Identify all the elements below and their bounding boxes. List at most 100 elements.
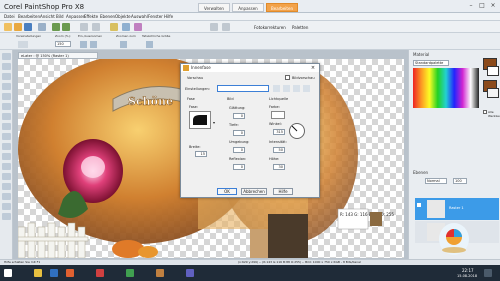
ambient-input[interactable]: 0 [233,147,245,153]
file-explorer-icon[interactable] [34,269,42,277]
undo-icon[interactable] [52,23,60,31]
save-icon[interactable] [24,23,32,31]
shape-tool-icon[interactable] [2,193,11,200]
app-icon-green[interactable] [126,269,134,277]
save-preset-icon[interactable] [283,85,290,92]
layers-icon[interactable] [122,23,130,31]
angle-input[interactable]: 315 [273,129,285,135]
preset-icon[interactable] [18,41,28,48]
color-swatches[interactable] [413,68,479,108]
pan-tool-icon[interactable] [2,53,11,60]
layer-row-selected[interactable]: Raster 1 [415,198,499,220]
menu-fenster[interactable]: Fenster [148,14,163,19]
delete-preset-icon[interactable] [293,85,300,92]
banner-text: Schöne [128,95,173,108]
help-button[interactable]: Hilfe [273,188,293,195]
opacity-input[interactable]: 100 [453,178,467,184]
redeye-tool-icon[interactable] [2,123,11,130]
notifications-icon[interactable] [484,269,492,277]
text-tool-icon[interactable] [2,183,11,190]
pick-tool-icon[interactable] [2,73,11,80]
light-color-swatch[interactable] [271,111,285,119]
smooth-input[interactable]: 0 [233,113,245,119]
new-file-icon[interactable] [4,23,12,31]
load-preset-icon[interactable] [273,85,280,92]
ok-button[interactable]: OK [217,188,237,195]
angle-dial[interactable] [289,123,305,139]
close-icon[interactable]: × [488,2,498,10]
clone-tool-icon[interactable] [2,133,11,140]
tab-anpassen[interactable]: Anpassen [232,3,264,12]
document-tab[interactable]: eLater : @ 150% (Raster 1) [18,52,98,59]
straighten-tool-icon[interactable] [2,113,11,120]
resize-icon[interactable] [92,23,100,31]
menu-anpassen[interactable]: Anpassen [66,14,85,19]
zoom-tool-icon[interactable] [2,63,11,70]
intensity-input[interactable]: 50 [273,147,285,153]
fill-material-swatch[interactable] [487,88,499,98]
open-folder-icon[interactable] [14,23,22,31]
paletten-label[interactable]: Paletten [292,25,308,30]
crop-tool-icon[interactable] [2,103,11,110]
tab-verwalten[interactable]: Verwalten [198,3,230,12]
depth-input[interactable]: 0 [233,130,245,136]
width-input[interactable]: 15 [195,151,207,157]
image-preview-checkbox[interactable] [285,75,290,80]
menu-ansicht[interactable]: Ansicht [40,14,55,19]
app-icon-red[interactable] [96,269,104,277]
actual-size-icon[interactable] [146,41,153,48]
cancel-button[interactable]: Abbrechen [241,188,267,195]
airbrush-tool-icon[interactable] [2,153,11,160]
menu-bar: Datei Bearbeiten Ansicht Bild Anpassen E… [0,13,500,21]
maximize-icon[interactable]: □ [477,2,487,10]
print-icon[interactable] [38,23,46,31]
paintshop-icon[interactable] [156,269,164,277]
dropper-tool-icon[interactable] [2,93,11,100]
menu-auswahl[interactable]: Auswahl [131,14,148,19]
selection-tool-icon[interactable] [2,83,11,90]
paint-brush-tool-icon[interactable] [2,143,11,150]
dialog-close-icon[interactable]: × [309,65,317,71]
fotokorrekturen-label[interactable]: Fotokorrekturen [254,25,286,30]
minimize-icon[interactable]: – [466,2,476,10]
menu-objekte[interactable]: Objekte [115,14,131,19]
beach-ball-widget [439,223,469,255]
all-tools-checkbox[interactable] [483,110,487,114]
menu-hilfe[interactable]: Hilfe [164,14,173,19]
fill-tool-icon[interactable] [2,173,11,180]
reset-icon[interactable] [303,85,310,92]
eraser-tool-icon[interactable] [2,163,11,170]
blend-mode-dropdown[interactable]: Normal [425,178,447,184]
menu-effekte[interactable]: Effekte [84,14,98,19]
zoom-fit-icon[interactable] [120,41,127,48]
settings-dropdown[interactable] [217,85,269,92]
zoom-in-icon[interactable] [80,41,87,48]
bevel-dropdown-icon[interactable]: ▾ [213,120,218,125]
menu-bearbeiten[interactable]: Bearbeiten [18,14,40,19]
browser-icon[interactable] [50,269,58,277]
bevel-shape-preview[interactable] [189,111,211,129]
warp-tool-icon[interactable] [2,213,11,220]
rulers-icon[interactable] [222,23,230,31]
elevation-input[interactable]: 30 [273,164,285,170]
app-icon-blue[interactable] [186,269,194,277]
menu-bild[interactable]: Bild [56,14,64,19]
redo-icon[interactable] [62,23,70,31]
menu-ebenen[interactable]: Ebenen [100,14,115,19]
crop-icon[interactable] [80,23,88,31]
palette-dropdown[interactable]: Standardpalette [413,60,449,66]
adjust-icon[interactable] [110,23,118,31]
reflect-input[interactable]: 0 [233,164,245,170]
firefox-icon[interactable] [66,269,74,277]
preview-toggle[interactable]: Vorschau [187,76,203,80]
start-icon[interactable] [4,269,12,277]
menu-datei[interactable]: Datei [4,14,15,19]
effects-icon[interactable] [134,23,142,31]
tab-bearbeiten[interactable]: Bearbeiten [266,3,298,12]
zoom-out-icon[interactable] [90,41,97,48]
grid-icon[interactable] [210,23,218,31]
visibility-eye-icon[interactable] [417,203,421,207]
pen-tool-icon[interactable] [2,203,11,210]
background-color-swatch[interactable] [487,66,499,76]
zoom-input[interactable]: 150 [55,41,71,47]
